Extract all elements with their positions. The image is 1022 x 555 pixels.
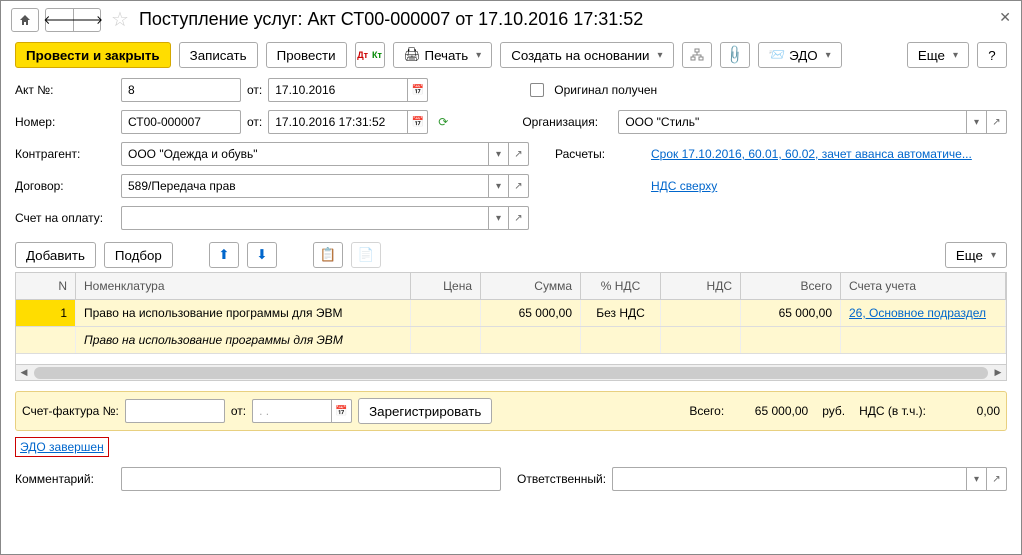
refresh-icon[interactable]: ⟳ — [438, 115, 448, 129]
act-label: Акт №: — [15, 83, 115, 97]
org-input[interactable]: ООО "Стиль" — [618, 110, 967, 134]
copy-button[interactable]: 📋 — [313, 242, 343, 268]
comment-input[interactable] — [121, 467, 501, 491]
total-value: 65 000,00 — [738, 404, 808, 418]
calc-link[interactable]: Срок 17.10.2016, 60.01, 60.02, зачет ава… — [651, 147, 972, 161]
calendar-icon[interactable]: 📅 — [408, 78, 428, 102]
vat-label: НДС (в т.ч.): — [859, 404, 926, 418]
number-input[interactable]: СТ00-000007 — [121, 110, 241, 134]
open-icon[interactable]: ↗ — [509, 174, 529, 198]
paperclip-icon: 📎 — [723, 43, 746, 66]
dropdown-icon[interactable]: ▾ — [967, 467, 987, 491]
forward-button[interactable]: 🡒 — [73, 8, 101, 32]
select-button[interactable]: Подбор — [104, 242, 173, 268]
number-label: Номер: — [15, 115, 115, 129]
dropdown-icon[interactable]: ▾ — [967, 110, 987, 134]
open-icon[interactable]: ↗ — [509, 142, 529, 166]
printer-icon: 🖨 — [404, 47, 421, 63]
invoice-label: Счет на оплату: — [15, 211, 115, 225]
original-checkbox[interactable] — [530, 83, 544, 97]
col-total[interactable]: Всего — [741, 273, 841, 299]
open-icon[interactable]: ↗ — [509, 206, 529, 230]
total-label: Всего: — [689, 404, 724, 418]
edo-icon: 📨 — [769, 47, 786, 63]
struct-button[interactable] — [682, 42, 712, 68]
print-button[interactable]: 🖨Печать — [393, 42, 493, 68]
act-number-input[interactable]: 8 — [121, 78, 241, 102]
post-and-close-button[interactable]: Провести и закрыть — [15, 42, 171, 68]
org-label: Организация: — [522, 115, 612, 129]
vat-link[interactable]: НДС сверху — [651, 179, 717, 193]
close-icon[interactable]: ✕ — [999, 9, 1011, 26]
col-accounts[interactable]: Счета учета — [841, 273, 1006, 299]
favorite-icon[interactable]: ☆ — [111, 7, 129, 32]
calendar-icon[interactable]: 📅 — [332, 399, 352, 423]
contractor-label: Контрагент: — [15, 147, 115, 161]
back-button[interactable]: 🡐 — [45, 8, 73, 32]
act-date-input[interactable]: 17.10.2016 — [268, 78, 408, 102]
table-more-button[interactable]: Еще — [945, 242, 1007, 268]
contractor-input[interactable]: ООО "Одежда и обувь" — [121, 142, 489, 166]
move-up-button[interactable]: ⬆ — [209, 242, 239, 268]
table-row[interactable]: 1 Право на использование программы для Э… — [16, 300, 1006, 327]
responsible-input[interactable] — [612, 467, 967, 491]
attach-button[interactable]: 📎 — [720, 42, 750, 68]
sf-label: Счет-фактура №: — [22, 404, 119, 418]
home-button[interactable] — [11, 8, 39, 32]
number-date-input[interactable]: 17.10.2016 17:31:52 — [268, 110, 408, 134]
dtkt-button[interactable]: ДтКт — [355, 42, 385, 68]
col-n[interactable]: N — [16, 273, 76, 299]
comment-label: Комментарий: — [15, 472, 115, 486]
invoice-input[interactable] — [121, 206, 489, 230]
col-nomenclature[interactable]: Номенклатура — [76, 273, 411, 299]
dropdown-icon[interactable]: ▾ — [489, 142, 509, 166]
horizontal-scrollbar[interactable]: ◀ ▶ — [15, 365, 1007, 381]
items-table: N Номенклатура Цена Сумма % НДС НДС Всег… — [15, 272, 1007, 365]
register-button[interactable]: Зарегистрировать — [358, 398, 492, 424]
vat-value: 0,00 — [940, 404, 1000, 418]
create-based-button[interactable]: Создать на основании — [500, 42, 673, 68]
edo-status-link[interactable]: ЭДО завершен — [20, 440, 104, 454]
account-link[interactable]: 26, Основное подраздел — [849, 306, 986, 320]
dropdown-icon[interactable]: ▾ — [489, 174, 509, 198]
more-button[interactable]: Еще — [907, 42, 969, 68]
page-title: Поступление услуг: Акт СТ00-000007 от 17… — [139, 9, 643, 30]
col-price[interactable]: Цена — [411, 273, 481, 299]
contract-label: Договор: — [15, 179, 115, 193]
post-button[interactable]: Провести — [266, 42, 347, 68]
col-vat[interactable]: НДС — [661, 273, 741, 299]
help-button[interactable]: ? — [977, 42, 1007, 68]
calendar-icon[interactable]: 📅 — [408, 110, 428, 134]
open-icon[interactable]: ↗ — [987, 110, 1007, 134]
scroll-right-icon[interactable]: ▶ — [990, 366, 1006, 380]
move-down-button[interactable]: ⬇ — [247, 242, 277, 268]
calc-label: Расчеты: — [555, 147, 645, 161]
save-button[interactable]: Записать — [179, 42, 258, 68]
responsible-label: Ответственный: — [517, 472, 606, 486]
col-vatpct[interactable]: % НДС — [581, 273, 661, 299]
edo-button[interactable]: 📨ЭДО — [758, 42, 842, 68]
scroll-left-icon[interactable]: ◀ — [16, 366, 32, 380]
original-label: Оригинал получен — [554, 83, 657, 97]
col-sum[interactable]: Сумма — [481, 273, 581, 299]
dropdown-icon[interactable]: ▾ — [489, 206, 509, 230]
from-label: от: — [247, 83, 262, 97]
contract-input[interactable]: 589/Передача прав — [121, 174, 489, 198]
sf-number-input[interactable] — [125, 399, 225, 423]
open-icon[interactable]: ↗ — [987, 467, 1007, 491]
add-button[interactable]: Добавить — [15, 242, 96, 268]
sf-date-input[interactable]: . . — [252, 399, 332, 423]
table-row[interactable]: Право на использование программы для ЭВМ — [16, 327, 1006, 354]
paste-button[interactable]: 📄 — [351, 242, 381, 268]
